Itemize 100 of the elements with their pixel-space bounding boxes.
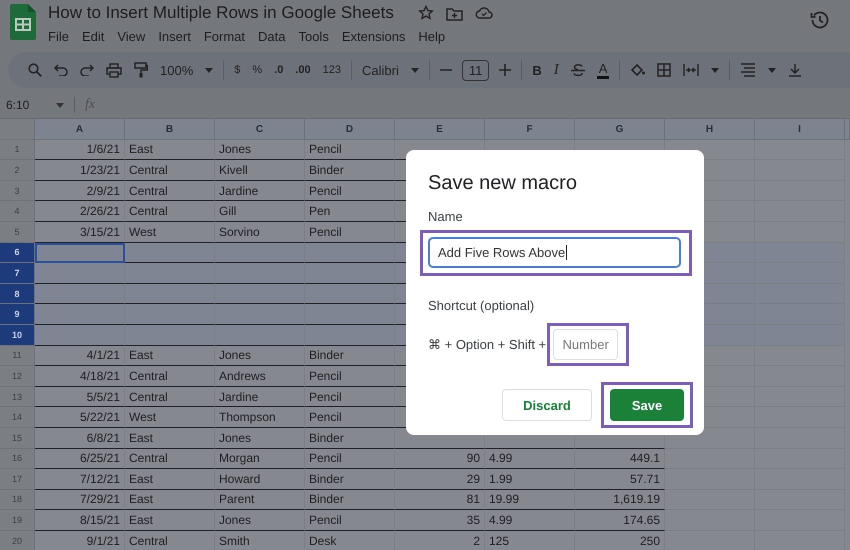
column-header[interactable]: H: [665, 119, 755, 140]
bold-button[interactable]: B: [532, 62, 542, 78]
table-cell: 4/1/21: [35, 346, 125, 366]
table-cell: Pencil: [305, 386, 395, 408]
column-header[interactable]: F: [485, 119, 575, 140]
table-cell: Desk: [305, 530, 395, 550]
table-cell: Pencil: [305, 366, 395, 387]
column-header[interactable]: E: [395, 119, 485, 140]
table-cell: 4.99: [485, 510, 575, 531]
table-cell: Jones: [215, 428, 305, 448]
table-cell: Pencil: [305, 448, 395, 470]
table-cell: Binder: [305, 346, 395, 366]
menu-item[interactable]: Insert: [158, 28, 197, 44]
percent-format-button[interactable]: %: [252, 64, 262, 76]
table-cell: East: [125, 490, 215, 510]
table-cell: 2/26/21: [35, 201, 125, 222]
menu-item[interactable]: Format: [204, 28, 251, 44]
row-header[interactable]: 19: [0, 510, 35, 531]
table-cell: Central: [125, 201, 215, 222]
row-header[interactable]: 17: [0, 469, 35, 490]
table-cell: Jones: [215, 346, 305, 366]
table-cell: Binder: [305, 160, 395, 181]
row-header[interactable]: 18: [0, 490, 35, 510]
table-cell: Howard: [215, 469, 305, 490]
number-format-button[interactable]: 123: [322, 64, 341, 76]
column-header[interactable]: A: [35, 119, 125, 140]
number-field[interactable]: Number: [553, 329, 618, 360]
row-header[interactable]: 4: [0, 201, 35, 222]
menu-item[interactable]: Extensions: [342, 28, 412, 44]
row-header[interactable]: 16: [0, 448, 35, 470]
table-cell: 250: [575, 530, 665, 550]
table-cell: Pen: [305, 201, 395, 222]
row-header[interactable]: 2: [0, 160, 35, 181]
table-cell: 81: [395, 490, 485, 510]
menu-item[interactable]: File: [48, 28, 75, 44]
row-header[interactable]: 3: [0, 180, 35, 202]
menu-item[interactable]: Edit: [82, 28, 110, 44]
document-title[interactable]: How to Insert Multiple Rows in Google Sheets: [48, 3, 394, 23]
table-cell: Jardine: [215, 180, 305, 202]
name-box[interactable]: 6:10: [6, 98, 56, 112]
font-dropdown[interactable]: Calibri: [362, 62, 399, 78]
table-cell: Central: [125, 386, 215, 408]
menu-item[interactable]: Data: [258, 28, 292, 44]
row-header[interactable]: 11: [0, 346, 35, 366]
table-cell: 4.99: [485, 448, 575, 470]
table-cell: 2: [395, 530, 485, 550]
row-header[interactable]: 12: [0, 366, 35, 387]
table-cell: Smith: [215, 530, 305, 550]
column-header[interactable]: B: [125, 119, 215, 140]
shortcut-keys: ⌘ + Option + Shift +: [428, 337, 546, 352]
row-header[interactable]: 9: [0, 304, 35, 325]
table-cell: 1/23/21: [35, 160, 125, 181]
table-cell: West: [125, 407, 215, 428]
table-cell: Central: [125, 366, 215, 387]
row-header[interactable]: 13: [0, 386, 35, 408]
menu-item[interactable]: View: [117, 28, 152, 44]
table-cell: 125: [485, 530, 575, 550]
discard-button[interactable]: Discard: [502, 389, 592, 421]
table-cell: 7/12/21: [35, 469, 125, 490]
text-color-button[interactable]: A: [596, 62, 610, 78]
table-cell: Gill: [215, 201, 305, 222]
table-cell: 4/18/21: [35, 366, 125, 387]
save-button[interactable]: Save: [610, 389, 684, 421]
table-cell: Binder: [305, 469, 395, 490]
table-cell: Pencil: [305, 140, 395, 160]
table-cell: 5/22/21: [35, 407, 125, 428]
row-header[interactable]: 6: [0, 242, 35, 264]
row-header[interactable]: 1: [0, 140, 35, 160]
row-header[interactable]: 7: [0, 263, 35, 284]
italic-button[interactable]: I: [554, 62, 559, 78]
row-header[interactable]: 14: [0, 407, 35, 428]
table-cell: Binder: [305, 428, 395, 448]
row-header[interactable]: 8: [0, 284, 35, 304]
table-cell: East: [125, 346, 215, 366]
row-header[interactable]: 5: [0, 222, 35, 243]
table-cell: Central: [125, 160, 215, 181]
zoom-dropdown[interactable]: 100%: [160, 62, 194, 78]
table-cell: 8/15/21: [35, 510, 125, 531]
table-cell: East: [125, 428, 215, 448]
menu-item[interactable]: Tools: [298, 28, 335, 44]
increase-decimal-button[interactable]: .00: [295, 64, 311, 76]
table-cell: 7/29/21: [35, 490, 125, 510]
table-cell: Jardine: [215, 386, 305, 408]
table-cell: Central: [125, 448, 215, 470]
row-header[interactable]: 15: [0, 428, 35, 448]
table-cell: 57.71: [575, 469, 665, 490]
dialog-title: Save new macro: [428, 172, 578, 195]
column-header[interactable]: G: [575, 119, 665, 140]
column-header[interactable]: I: [755, 119, 845, 140]
table-cell: Pencil: [305, 407, 395, 428]
currency-format-button[interactable]: $: [234, 64, 240, 76]
decrease-decimal-button[interactable]: .0: [274, 64, 284, 76]
menu-item[interactable]: Help: [418, 28, 452, 44]
name-field[interactable]: Add Five Rows Above: [428, 237, 681, 268]
table-cell: 6/25/21: [35, 448, 125, 470]
row-header[interactable]: 10: [0, 324, 35, 346]
font-size-field[interactable]: 11: [462, 60, 490, 80]
column-header[interactable]: C: [215, 119, 305, 140]
row-header[interactable]: 20: [0, 530, 35, 550]
column-header[interactable]: D: [305, 119, 395, 140]
